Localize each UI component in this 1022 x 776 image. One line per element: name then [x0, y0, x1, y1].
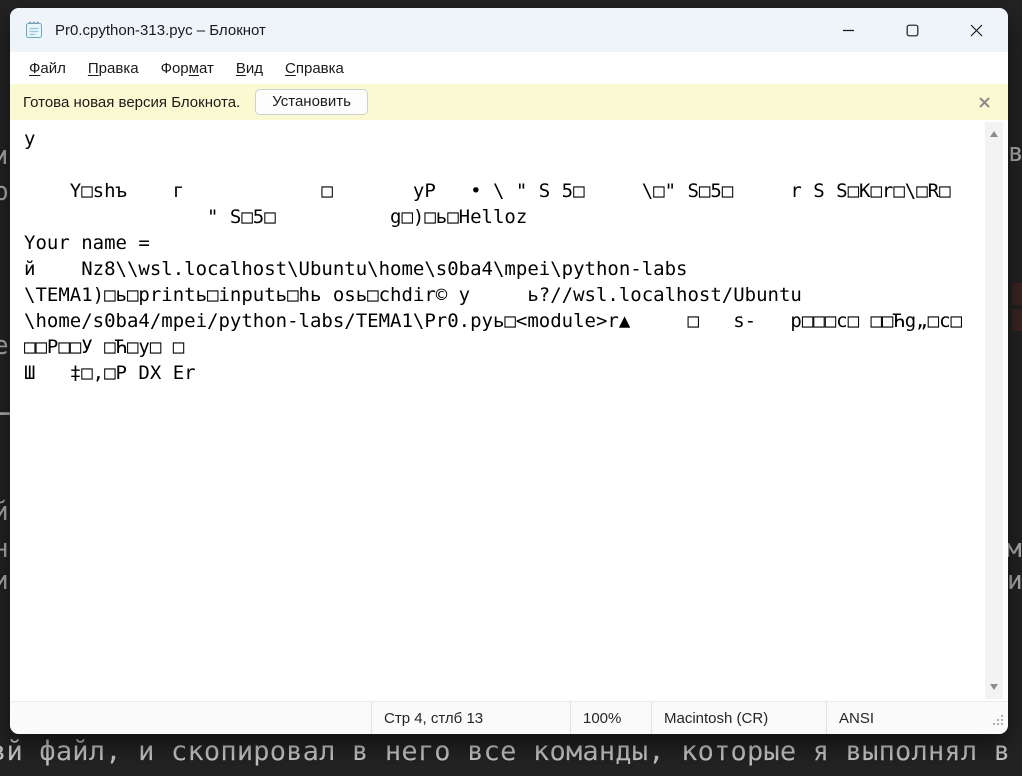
background-fragment-block	[1012, 309, 1022, 331]
menu-bar: Файл Правка Формат Вид Справка	[10, 52, 1008, 84]
editor-line: \home/s0ba4/mpei/python-labs/TEMA1\Pr0.p…	[24, 308, 982, 334]
background-fragment: р	[0, 177, 9, 207]
scroll-up-icon[interactable]	[990, 131, 998, 137]
dismiss-icon	[979, 97, 990, 108]
status-bar: Стр 4, стлб 13 100% Macintosh (CR) ANSI	[10, 701, 1008, 734]
update-message: Готова новая версия Блокнота.	[23, 94, 240, 111]
menu-format[interactable]: Формат	[150, 57, 225, 80]
desktop-background: м р е Г й н и в м и вй файл, и скопирова…	[0, 0, 1022, 776]
window-title: Pr0.cpython-313.pyc – Блокнот	[55, 22, 266, 39]
text-editor[interactable]: у Y□shъ г □ уР • \ " S 5□ \□" S□5□ r S S…	[10, 120, 1008, 701]
maximize-icon	[906, 24, 919, 37]
editor-line: " S□5□ g□)□ь□Helloz	[24, 204, 982, 230]
title-bar[interactable]: Pr0.cpython-313.pyc – Блокнот	[10, 8, 1008, 52]
background-fragment: в	[1008, 138, 1022, 168]
encoding-status: ANSI	[826, 702, 1008, 734]
statusbar-spacer	[10, 702, 371, 734]
background-fragment-block	[1012, 283, 1022, 305]
update-notification-bar: Готова новая версия Блокнота. Установить	[10, 84, 1008, 120]
minimize-button[interactable]	[816, 8, 880, 52]
editor-line: Y□shъ г □ уР • \ " S 5□ \□" S□5□ r S S□K…	[24, 178, 982, 204]
editor-line: \TEMA1)□ь□printь□inputь□hь osь□chdir© у …	[24, 282, 982, 308]
minimize-icon	[842, 24, 855, 37]
menu-help[interactable]: Справка	[274, 57, 355, 80]
line-ending-status: Macintosh (CR)	[651, 702, 826, 734]
menu-file[interactable]: Файл	[18, 57, 77, 80]
background-fragment: н	[0, 534, 9, 564]
menu-view[interactable]: Вид	[225, 57, 274, 80]
scroll-down-icon[interactable]	[990, 684, 998, 690]
dismiss-notification-button[interactable]	[975, 93, 994, 112]
cursor-position-status: Стр 4, стлб 13	[371, 702, 570, 734]
editor-line	[24, 152, 982, 178]
editor-line: у	[24, 126, 982, 152]
background-terminal-text: вй файл, и скопировал в него все команды…	[0, 736, 1010, 767]
background-fragment: й	[0, 497, 9, 527]
background-fragment: и	[0, 566, 9, 596]
close-icon	[970, 24, 983, 37]
editor-line: □□Р□□У □Ћ□у□ □	[24, 334, 982, 360]
notepad-window: Pr0.cpython-313.pyc – Блокнот	[10, 8, 1008, 734]
install-update-button[interactable]: Установить	[255, 89, 368, 115]
close-button[interactable]	[944, 8, 1008, 52]
resize-grip[interactable]	[992, 713, 1004, 730]
zoom-level-status: 100%	[570, 702, 651, 734]
background-fragment: м	[1006, 534, 1022, 564]
background-fragment: е	[0, 331, 9, 361]
background-fragment: и	[1007, 566, 1022, 596]
notepad-icon	[23, 19, 45, 41]
editor-line: Your name =	[24, 230, 982, 256]
editor-line: й Nz8\\wsl.localhost\Ubuntu\home\s0ba4\m…	[24, 256, 982, 282]
menu-edit[interactable]: Правка	[77, 57, 150, 80]
vertical-scrollbar[interactable]	[985, 122, 1003, 699]
background-fragment: м	[0, 141, 7, 171]
editor-line: Ш ‡□,□Р DX Er	[24, 360, 982, 386]
maximize-button[interactable]	[880, 8, 944, 52]
